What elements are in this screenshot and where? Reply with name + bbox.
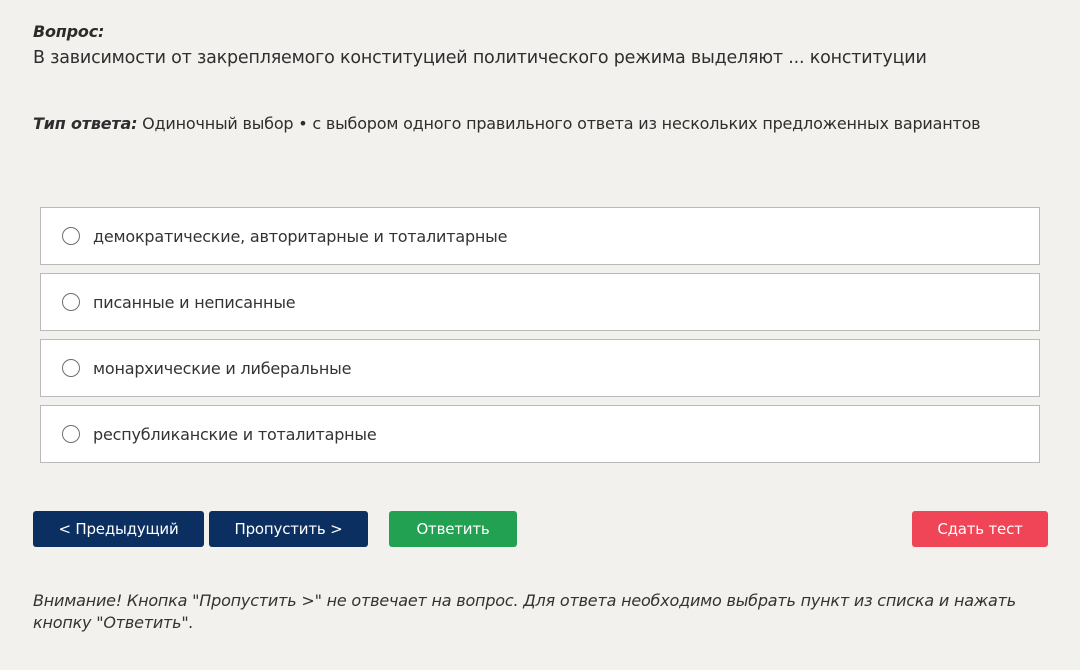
- answer-type-value: Одиночный выбор • с выбором одного прави…: [142, 114, 981, 133]
- skip-notice: Внимание! Кнопка "Пропустить >" не отвеч…: [33, 591, 1016, 632]
- answer-option[interactable]: писанные и неписанные: [40, 273, 1040, 331]
- option-label: писанные и неписанные: [93, 292, 296, 312]
- answer-type: Тип ответа: Одиночный выбор • с выбором …: [33, 114, 981, 133]
- test-page: Вопрос: В зависимости от закрепляемого к…: [0, 0, 1080, 670]
- radio-button[interactable]: [62, 425, 80, 443]
- radio-button[interactable]: [62, 293, 80, 311]
- question-label: Вопрос:: [33, 22, 105, 41]
- option-label: демократические, авторитарные и тоталита…: [93, 226, 508, 246]
- answer-options: демократические, авторитарные и тоталита…: [40, 207, 1040, 471]
- answer-type-label: Тип ответа:: [33, 114, 138, 133]
- question-text: В зависимости от закрепляемого конституц…: [33, 48, 927, 68]
- radio-button[interactable]: [62, 227, 80, 245]
- finish-test-button[interactable]: Сдать тест: [912, 511, 1048, 547]
- answer-option[interactable]: демократические, авторитарные и тоталита…: [40, 207, 1040, 265]
- option-label: монархические и либеральные: [93, 358, 352, 378]
- radio-button[interactable]: [62, 359, 80, 377]
- answer-button[interactable]: Ответить: [389, 511, 517, 547]
- previous-button[interactable]: < Предыдущий: [33, 511, 204, 547]
- skip-button[interactable]: Пропустить >: [209, 511, 368, 547]
- answer-option[interactable]: монархические и либеральные: [40, 339, 1040, 397]
- option-label: республиканские и тоталитарные: [93, 424, 377, 444]
- answer-option[interactable]: республиканские и тоталитарные: [40, 405, 1040, 463]
